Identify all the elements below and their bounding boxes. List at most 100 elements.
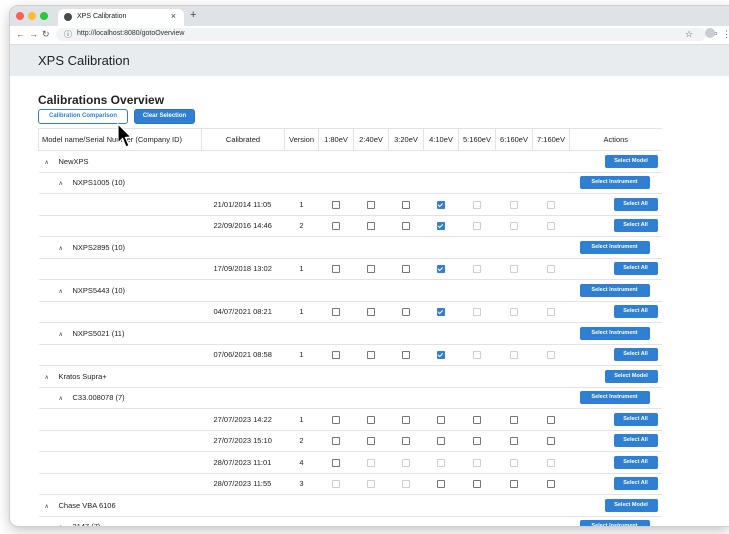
energy-checkbox[interactable]: [473, 480, 481, 489]
calibration-comparison-button[interactable]: Calibration Comparison: [38, 109, 128, 124]
energy-checkbox[interactable]: [437, 265, 445, 274]
chevron-up-icon[interactable]: ∧: [59, 395, 73, 402]
energy-checkbox[interactable]: [473, 437, 481, 446]
select-all-button[interactable]: Select All: [613, 477, 658, 491]
menu-dots-icon[interactable]: ⋮: [722, 29, 729, 40]
energy-checkbox[interactable]: [437, 415, 445, 424]
select-all-button[interactable]: Select All: [613, 434, 658, 448]
energy-checkbox[interactable]: [402, 415, 410, 424]
energy-checkbox[interactable]: [402, 265, 410, 274]
energy-checkbox[interactable]: [332, 351, 340, 360]
select-all-button[interactable]: Select All: [613, 305, 658, 319]
select-all-button[interactable]: Select All: [613, 455, 658, 469]
energy-checkbox[interactable]: [473, 415, 481, 424]
energy-checkbox[interactable]: [367, 265, 375, 274]
chevron-up-icon[interactable]: ∧: [59, 331, 73, 338]
energy-checkbox[interactable]: [332, 437, 340, 446]
select-all-button[interactable]: Select All: [613, 412, 658, 426]
energy-checkbox[interactable]: [437, 437, 445, 446]
calibrated-date: 21/01/2014 11:05: [201, 193, 285, 216]
checkbox-cell: [353, 301, 389, 323]
energy-checkbox[interactable]: [367, 437, 375, 446]
select-model-button[interactable]: Select Model: [604, 154, 658, 168]
energy-checkbox[interactable]: [332, 458, 340, 467]
energy-checkbox[interactable]: [367, 308, 375, 317]
energy-checkbox[interactable]: [437, 480, 445, 489]
clear-selection-button[interactable]: Clear Selection: [134, 109, 195, 124]
chevron-up-icon[interactable]: ∧: [45, 374, 59, 381]
chevron-up-icon[interactable]: ∧: [59, 180, 73, 187]
energy-checkbox[interactable]: [402, 351, 410, 360]
chevron-up-icon[interactable]: ∧: [59, 245, 73, 252]
model-row: ∧ NewXPS Select Model: [38, 150, 662, 173]
select-instrument-button[interactable]: Select Instrument: [579, 326, 650, 340]
energy-checkbox[interactable]: [332, 265, 340, 274]
energy-checkbox[interactable]: [402, 222, 410, 231]
browser-tab[interactable]: XPS Calibration ×: [58, 9, 184, 26]
select-instrument-button[interactable]: Select Instrument: [579, 283, 650, 297]
energy-checkbox[interactable]: [402, 437, 410, 446]
energy-checkbox[interactable]: [547, 480, 555, 489]
energy-checkbox[interactable]: [367, 222, 375, 231]
actions-cell: Select All: [569, 430, 662, 452]
energy-checkbox[interactable]: [437, 222, 445, 231]
back-icon[interactable]: ←: [16, 29, 25, 39]
instrument-label-cell: ∧ NXPS1005 (10): [38, 172, 570, 194]
energy-checkbox[interactable]: [332, 222, 340, 231]
profile-avatar[interactable]: [705, 28, 715, 38]
instrument-row: ∧ NXPS5443 (10) Select Instrument: [38, 279, 662, 302]
new-tab-icon[interactable]: +: [190, 9, 196, 21]
select-all-button[interactable]: Select All: [613, 197, 658, 211]
chevron-up-icon[interactable]: ∧: [45, 159, 59, 166]
energy-checkbox[interactable]: [547, 415, 555, 424]
actions-cell: Select Model: [569, 150, 662, 173]
reload-icon[interactable]: ↻: [42, 29, 50, 40]
select-model-button[interactable]: Select Model: [604, 369, 658, 383]
energy-checkbox[interactable]: [367, 415, 375, 424]
forward-icon[interactable]: →: [29, 29, 38, 39]
energy-checkbox[interactable]: [402, 308, 410, 317]
energy-checkbox[interactable]: [332, 415, 340, 424]
column-header: Calibrated: [201, 128, 285, 151]
checkbox-cell: [423, 193, 459, 216]
minimize-window-button[interactable]: [28, 12, 36, 20]
select-all-button[interactable]: Select All: [613, 262, 658, 276]
select-all-button[interactable]: Select All: [613, 219, 658, 233]
checkbox-cell: [458, 408, 496, 431]
energy-checkbox: [547, 265, 555, 274]
tab-close-icon[interactable]: ×: [171, 11, 176, 21]
energy-checkbox[interactable]: [402, 200, 410, 209]
energy-checkbox[interactable]: [437, 200, 445, 209]
select-all-button[interactable]: Select All: [613, 348, 658, 362]
energy-checkbox[interactable]: [437, 308, 445, 317]
energy-checkbox[interactable]: [510, 415, 518, 424]
energy-checkbox[interactable]: [510, 480, 518, 489]
site-info-icon[interactable]: ⓘ: [64, 29, 72, 40]
address-bar[interactable]: ⓘ http://localhost:8080/gotoOverview ⌕: [56, 28, 718, 41]
model-label-cell: ∧ Kratos Supra+: [38, 365, 570, 388]
energy-checkbox[interactable]: [367, 351, 375, 360]
close-window-button[interactable]: [16, 12, 24, 20]
chevron-up-icon[interactable]: ∧: [59, 524, 73, 526]
bookmark-star-icon[interactable]: ☆: [685, 29, 693, 40]
energy-checkbox: [547, 458, 555, 467]
select-model-button[interactable]: Select Model: [604, 498, 658, 512]
checkbox-cell: [423, 451, 459, 474]
chevron-up-icon[interactable]: ∧: [59, 288, 73, 295]
energy-checkbox[interactable]: [547, 437, 555, 446]
column-header: 4:10eV: [423, 128, 459, 151]
maximize-window-button[interactable]: [40, 12, 48, 20]
select-instrument-button[interactable]: Select Instrument: [579, 520, 650, 526]
checkbox-cell: [458, 344, 496, 366]
energy-checkbox[interactable]: [332, 308, 340, 317]
energy-checkbox[interactable]: [332, 200, 340, 209]
energy-checkbox[interactable]: [437, 351, 445, 360]
calibrated-date: 28/07/2023 11:55: [201, 473, 285, 495]
select-instrument-button[interactable]: Select Instrument: [579, 176, 650, 190]
energy-checkbox: [547, 222, 555, 231]
energy-checkbox[interactable]: [510, 437, 518, 446]
energy-checkbox[interactable]: [367, 200, 375, 209]
select-instrument-button[interactable]: Select Instrument: [579, 240, 650, 254]
chevron-up-icon[interactable]: ∧: [45, 503, 59, 510]
select-instrument-button[interactable]: Select Instrument: [579, 391, 650, 405]
